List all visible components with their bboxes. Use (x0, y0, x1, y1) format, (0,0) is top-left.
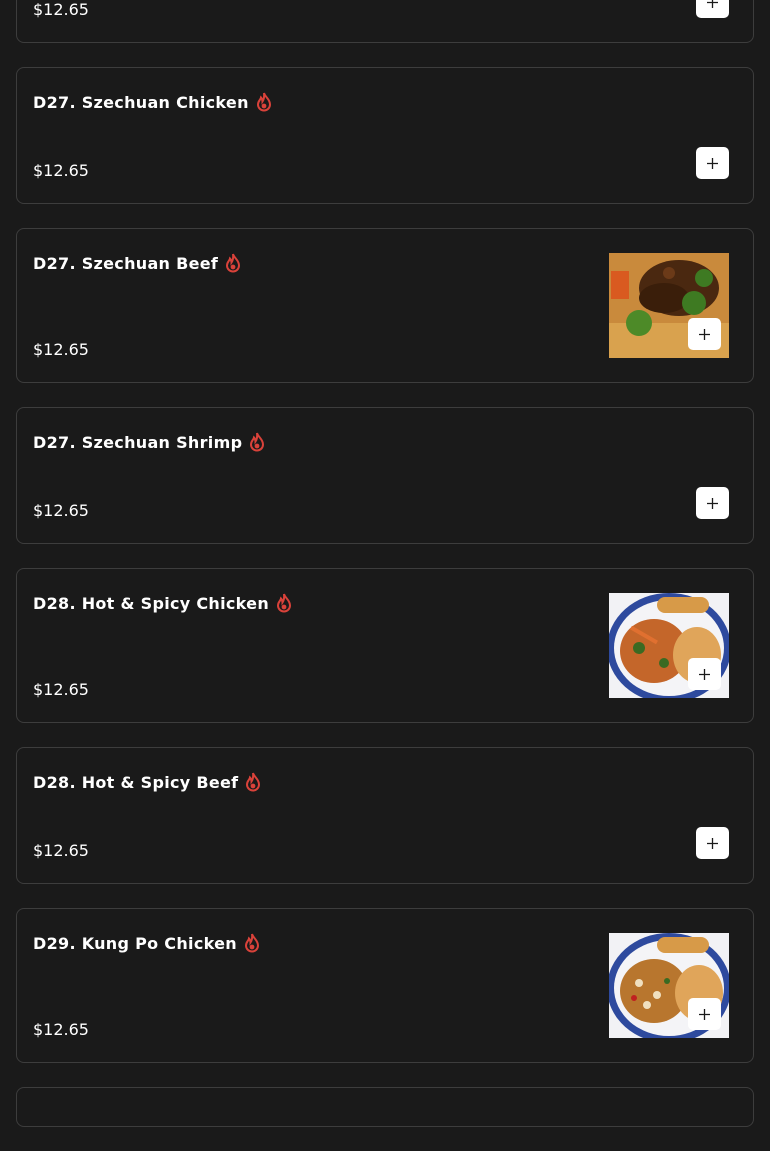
plus-icon (707, 497, 718, 509)
item-name: D27. Szechuan Chicken (33, 92, 249, 112)
item-name: D27. Szechuan Shrimp (33, 432, 243, 452)
item-price: $12.65 (33, 841, 89, 860)
item-name: D29. Kung Po Chicken (33, 933, 237, 953)
menu-item-card[interactable]: D27. Szechuan Beef $12.65 (16, 228, 754, 383)
add-to-cart-button[interactable] (696, 147, 729, 179)
plus-icon (699, 1008, 710, 1020)
item-name: D27. Szechuan Beef (33, 253, 219, 273)
flame-icon (245, 772, 261, 792)
menu-item-card[interactable]: D28. Hot & Spicy Beef $12.65 (16, 747, 754, 884)
item-name: D28. Hot & Spicy Beef (33, 772, 239, 792)
add-to-cart-button[interactable] (696, 827, 729, 859)
menu-item-card[interactable]: D28. Hot & Spicy Chicken $12.65 (16, 568, 754, 723)
plus-icon (707, 157, 718, 169)
add-to-cart-button[interactable] (688, 318, 721, 350)
plus-icon (707, 0, 718, 8)
plus-icon (699, 668, 710, 680)
menu-item-card[interactable]: D27. Szechuan Chicken $12.65 (16, 67, 754, 204)
add-to-cart-button[interactable] (688, 658, 721, 690)
add-to-cart-button[interactable] (696, 0, 729, 18)
add-to-cart-button[interactable] (696, 487, 729, 519)
flame-icon (256, 92, 272, 112)
flame-icon (249, 432, 265, 452)
item-price: $12.65 (33, 161, 89, 180)
flame-icon (225, 253, 241, 273)
menu-item-list: $12.65 D27. Szechuan Chicken $12.65 D27.… (16, 0, 754, 1151)
plus-icon (707, 837, 718, 849)
menu-item-card[interactable]: $12.65 (16, 0, 754, 43)
flame-icon (244, 933, 260, 953)
menu-item-card[interactable]: D27. Szechuan Shrimp $12.65 (16, 407, 754, 544)
add-to-cart-button[interactable] (688, 998, 721, 1030)
item-price: $12.65 (33, 1020, 89, 1039)
item-price: $12.65 (33, 340, 89, 359)
plus-icon (699, 328, 710, 340)
item-price: $12.65 (33, 680, 89, 699)
item-name: D28. Hot & Spicy Chicken (33, 593, 270, 613)
menu-item-card[interactable] (16, 1087, 754, 1127)
item-price: $12.65 (33, 0, 89, 19)
menu-item-card[interactable]: D29. Kung Po Chicken $12.65 (16, 908, 754, 1063)
item-price: $12.65 (33, 501, 89, 520)
flame-icon (276, 593, 292, 613)
